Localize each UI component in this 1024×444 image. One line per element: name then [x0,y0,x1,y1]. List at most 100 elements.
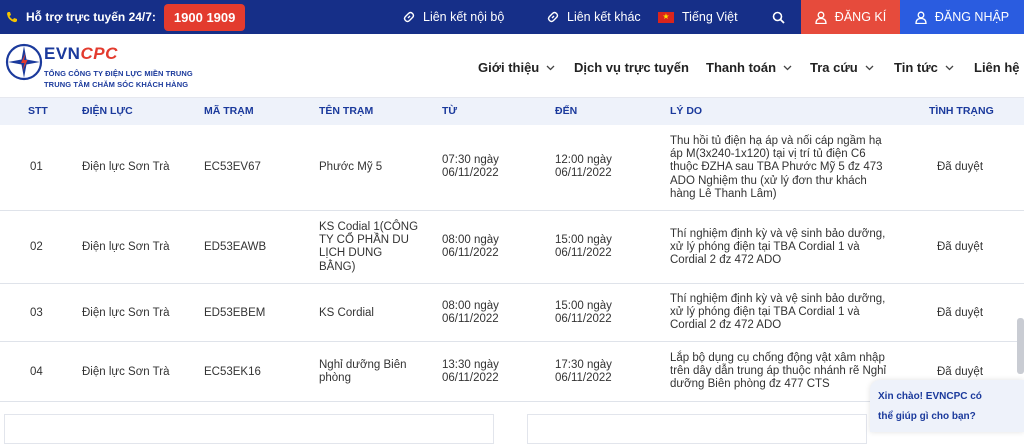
ly-do-line: ADO Nghiệm thu (xử lý đơn thư khách [670,174,867,187]
den-date: 06/11/2022 [555,247,612,260]
nav-gioi-thieu[interactable]: Giới thiệu [478,60,555,75]
tu-date: 06/11/2022 [442,372,499,385]
cell-den: 15:00 ngày 06/11/2022 [555,234,612,260]
cell-tu: 08:00 ngày 06/11/2022 [442,234,499,260]
cell-ly-do: Lắp bộ dụng cụ chống động vật xâm nhập t… [670,352,886,392]
brand-name: EVNCPC [44,44,118,64]
ly-do-line: thuộc ĐZHA sau TBA Phước Mỹ 5 đz 473 [670,161,883,174]
chat-widget[interactable]: Xin chào! EVNCPC có thể giúp gì cho bạn? [870,380,1024,432]
chevron-down-icon [546,65,555,70]
cell-ma-tram: ED53EAWB [204,241,267,253]
cell-tu: 07:30 ngày 06/11/2022 [442,154,499,180]
login-button[interactable]: ĐĂNG NHẬP [900,0,1024,34]
ly-do-line: trên dây dẫn trung áp thuộc nhánh rẽ Ngh… [670,365,887,378]
ly-do-line: xử lý phóng điện tại TBA Cordial 1 và [670,241,860,254]
den-date: 06/11/2022 [555,313,612,326]
scrollbar-thumb[interactable] [1017,318,1024,374]
other-link[interactable]: Liên kết khác [546,0,641,34]
cell-tinh-trang: Đã duyệt [937,241,984,253]
brand-evn: EVN [44,44,81,63]
nav-lien-he[interactable]: Liên hệ [974,60,1020,75]
ly-do-line: Thí nghiệm định kỳ và vệ sinh bảo dưỡng, [670,228,886,240]
cell-ly-do: Thí nghiệm định kỳ và vệ sinh bảo dưỡng,… [670,228,885,268]
register-label: ĐĂNG KÍ [834,10,887,24]
cell-dien-luc: Điện lực Sơn Trà [82,366,170,378]
column-header: TÌNH TRẠNG [929,105,994,117]
cell-ten-tram: Phước Mỹ 5 [319,161,383,173]
cell-stt: 01 [30,161,43,173]
cell-ten-tram: KS Cordial [319,307,374,319]
top-bar: Hỗ trợ trực tuyến 24/7: 1900 1909 Liên k… [0,0,1024,34]
ten-tram-line: BẰNG) [319,260,356,273]
den-time: 15:00 ngày [555,234,612,246]
cell-den: 12:00 ngày 06/11/2022 [555,154,612,180]
chat-line: Xin chào! EVNCPC có [878,391,982,402]
language-label: Tiếng Việt [682,10,738,24]
nav-dich-vu-truc-tuyen[interactable]: Dịch vụ trực tuyến [574,60,689,75]
chevron-down-icon [945,65,954,70]
support-label: Hỗ trợ trực tuyến 24/7: [26,10,156,24]
nav-thanh-toan[interactable]: Thanh toán [706,60,792,75]
bottom-panel-left [4,414,494,444]
tu-time: 13:30 ngày [442,359,499,371]
cell-tu: 13:30 ngày 06/11/2022 [442,359,499,385]
cell-ten-tram: KS Codial 1(CÔNG TY CỔ PHẦN DU LỊCH DUNG… [319,221,418,274]
cell-dien-luc: Điện lực Sơn Trà [82,161,170,173]
ly-do-line: xử lý phóng điện tại TBA Cordial 1 và [670,306,860,319]
column-header: LÝ DO [670,105,703,117]
ly-do-line: Thí nghiệm định kỳ và vệ sinh bảo dưỡng, [670,293,886,305]
bottom-panel-right [527,414,867,444]
brand-cpc: CPC [80,44,118,63]
nav-tin-tuc[interactable]: Tin tức [894,60,954,75]
tu-date: 06/11/2022 [442,313,499,326]
column-header: ĐẾN [555,105,578,117]
ly-do-line: Thu hồi tủ điện hạ áp và nối cáp ngầm hạ [670,135,882,147]
ly-do-line: áp M(3x240-1x120) tại vị trí tủ điện C6 [670,148,866,161]
ten-tram-line: Nghỉ dưỡng Biên [319,359,407,371]
column-header: TỪ [442,105,458,117]
tu-date: 06/11/2022 [442,167,499,180]
tu-time: 08:00 ngày [442,300,499,312]
cell-tu: 08:00 ngày 06/11/2022 [442,300,499,326]
ly-do-line: Cordial 2 đz 472 ADO [670,254,782,267]
column-header: ĐIỆN LỰC [82,105,133,117]
login-label: ĐĂNG NHẬP [934,10,1010,24]
brand-subtitle-1: TỔNG CÔNG TY ĐIỆN LỰC MIỀN TRUNG [44,69,193,78]
ly-do-line: dưỡng Biên phòng đz 477 CTS [670,378,830,391]
chat-line: thể giúp gì cho bạn? [878,411,976,422]
column-header: STT [28,105,48,117]
support-info: Hỗ trợ trực tuyến 24/7: 1900 1909 [6,0,246,34]
nav-label: Liên hệ [974,60,1020,75]
tu-time: 08:00 ngày [442,234,499,246]
table-header: STT ĐIỆN LỰC MÃ TRẠM TÊN TRẠM TỪ ĐẾN LÝ … [0,98,1024,125]
table-row: 01 Điện lực Sơn Trà EC53EV67 Phước Mỹ 5 … [0,125,1024,211]
cell-tinh-trang: Đã duyệt [937,366,984,378]
den-date: 06/11/2022 [555,167,612,180]
internal-link[interactable]: Liên kết nội bộ [402,0,504,34]
tu-time: 07:30 ngày [442,154,499,166]
register-button[interactable]: ĐĂNG KÍ [801,0,900,34]
chevron-down-icon [783,65,792,70]
cell-den: 15:00 ngày 06/11/2022 [555,300,612,326]
nav-label: Tra cứu [810,60,858,75]
cell-dien-luc: Điện lực Sơn Trà [82,241,170,253]
cell-ten-tram: Nghỉ dưỡng Biên phòng [319,359,407,385]
cell-ly-do: Thu hồi tủ điện hạ áp và nối cáp ngầm hạ… [670,135,883,201]
table-row: 02 Điện lực Sơn Trà ED53EAWB KS Codial 1… [0,211,1024,284]
den-time: 12:00 ngày [555,154,612,166]
tu-date: 06/11/2022 [442,247,499,260]
hotline-button[interactable]: 1900 1909 [163,3,246,31]
search-button[interactable] [772,0,792,34]
nav-tra-cuu[interactable]: Tra cứu [810,60,874,75]
language-selector[interactable]: ★ Tiếng Việt [658,0,738,34]
den-time: 17:30 ngày [555,359,612,371]
den-time: 15:00 ngày [555,300,612,312]
cell-ly-do: Thí nghiệm định kỳ và vệ sinh bảo dưỡng,… [670,293,885,333]
ten-tram-line: KS Codial 1(CÔNG [319,221,419,233]
cell-stt: 04 [30,366,43,378]
brand-subtitle-2: TRUNG TÂM CHĂM SÓC KHÁCH HÀNG [44,80,189,89]
cell-tinh-trang: Đã duyệt [937,307,984,319]
ly-do-line: hàng Lê Thanh Lâm) [670,187,777,200]
ten-tram-line: TY CỔ PHẦN DU [319,234,409,247]
evncpc-logo[interactable] [4,42,44,82]
